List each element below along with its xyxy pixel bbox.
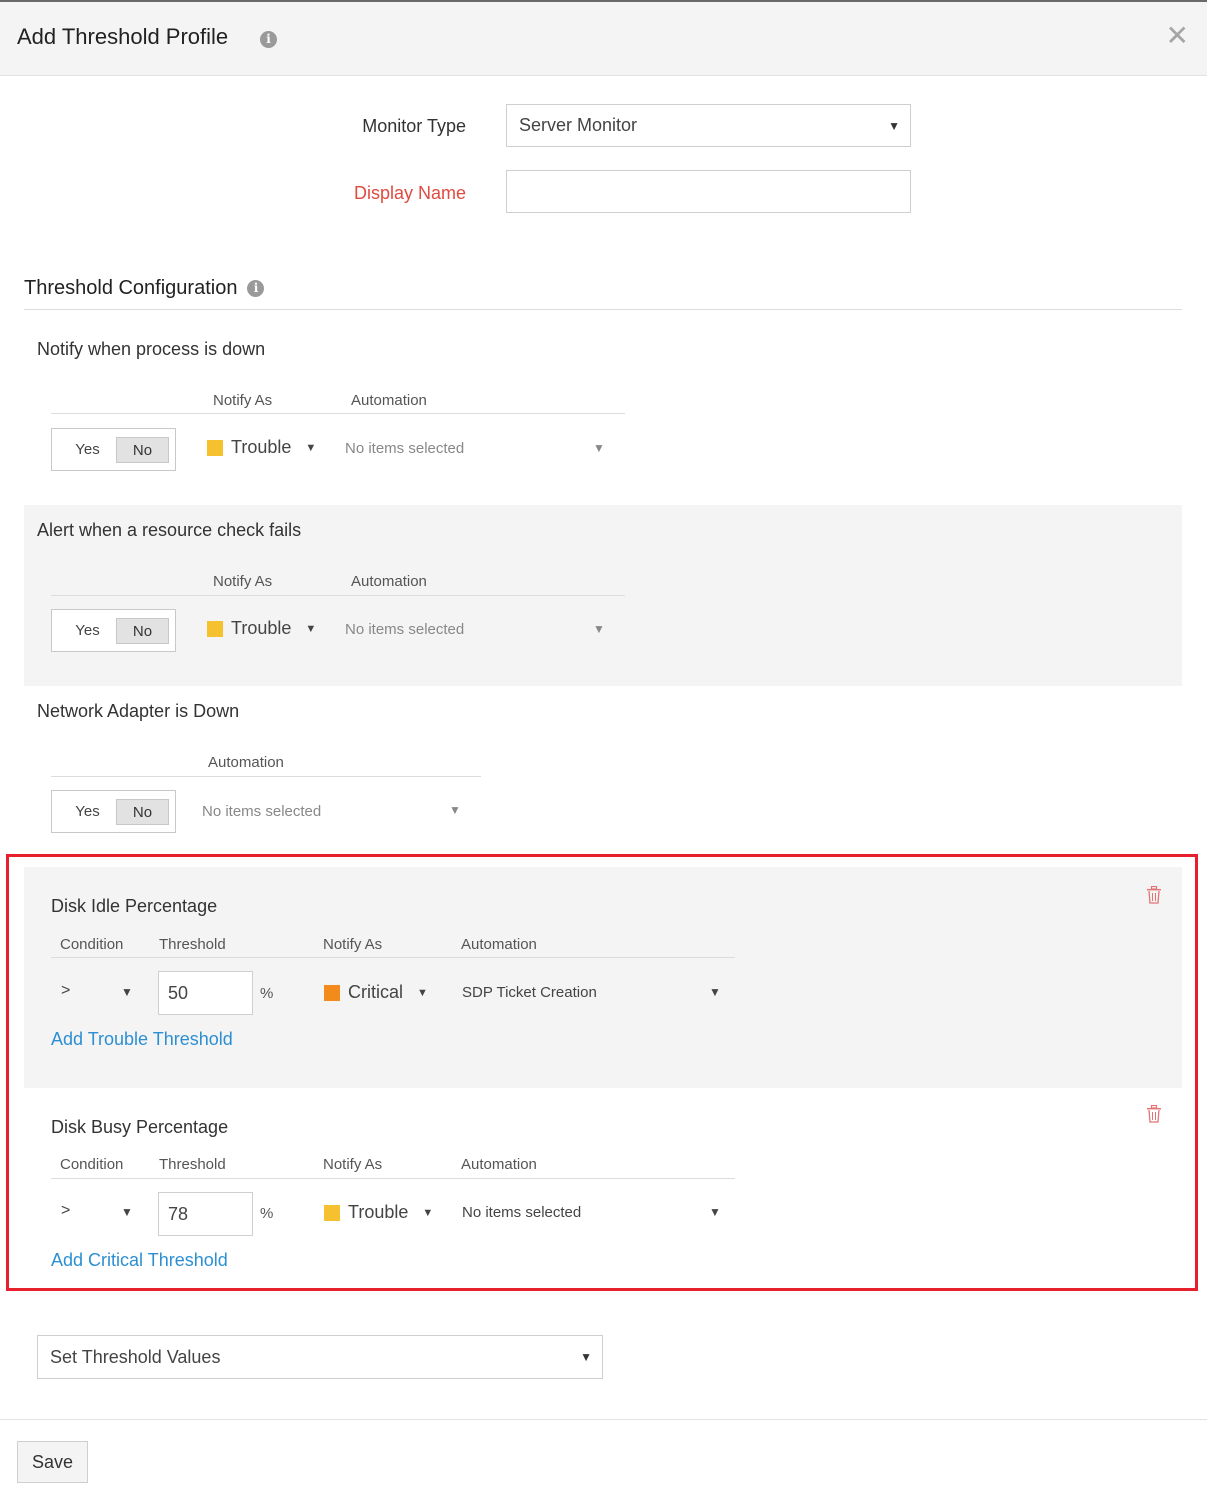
notify-as-select[interactable]: Trouble ▼ [207,437,316,458]
automation-header: Automation [351,392,427,409]
chevron-down-icon[interactable]: ▼ [593,441,605,455]
dialog-title: Add Threshold Profile [17,24,229,49]
percent-unit: % [260,1205,274,1222]
threshold-header: Threshold [159,1156,226,1173]
close-icon[interactable]: ✕ [1166,22,1189,50]
footer-divider [0,1419,1207,1420]
notify-as-select[interactable]: Trouble ▼ [324,1202,433,1223]
info-icon[interactable]: i [260,31,277,48]
chevron-down-icon[interactable]: ▼ [709,1205,721,1219]
monitor-type-value: Server Monitor [519,115,638,135]
toggle-no[interactable]: No [116,618,169,644]
dialog-header: Add Threshold Profile i ✕ [0,0,1207,76]
chevron-down-icon[interactable]: ▼ [121,1205,133,1219]
monitor-type-select[interactable]: Server Monitor ▼ [506,104,911,147]
disk-idle-title: Disk Idle Percentage [51,896,218,916]
toggle-no[interactable]: No [116,799,169,825]
header-divider [51,1178,735,1179]
save-button[interactable]: Save [17,1441,88,1483]
chevron-down-icon: ▼ [580,1350,592,1364]
toggle-no[interactable]: No [116,437,169,463]
condition-select[interactable]: > [61,982,70,1000]
process-down-title: Notify when process is down [37,339,266,359]
disk-idle-block: Disk Idle Percentage Condition Threshold… [24,867,1182,1088]
automation-header: Automation [461,1156,537,1173]
trash-icon[interactable] [1146,1105,1162,1123]
chevron-down-icon: ▼ [888,118,900,133]
display-name-input[interactable] [506,170,911,213]
trash-icon[interactable] [1146,886,1162,904]
notify-as-header: Notify As [213,573,273,590]
chevron-down-icon: ▼ [417,986,428,999]
threshold-input[interactable]: 50 [158,971,253,1015]
automation-select[interactable]: No items selected [202,803,321,820]
notify-as-select[interactable]: Trouble ▼ [207,618,316,639]
info-icon[interactable]: i [247,280,265,297]
monitor-type-label: Monitor Type [362,116,466,136]
critical-color-swatch [324,984,340,1001]
header-divider [51,957,735,958]
automation-select[interactable]: No items selected [345,440,464,457]
notify-as-value: Critical [348,982,404,1002]
trouble-color-swatch [207,439,223,456]
notify-as-header: Notify As [323,936,383,953]
header-divider [51,595,625,596]
chevron-down-icon: ▼ [422,1206,434,1219]
automation-select[interactable]: No items selected [462,1204,581,1221]
yes-no-toggle[interactable]: Yes No [51,428,176,471]
set-threshold-values-select[interactable]: Set Threshold Values ▼ [37,1335,603,1379]
header-divider [51,776,481,777]
notify-as-value: Trouble [231,437,292,457]
notify-as-value: Trouble [348,1202,409,1222]
notify-as-select[interactable]: Critical ▼ [324,982,428,1003]
yes-no-toggle[interactable]: Yes No [51,609,176,652]
chevron-down-icon[interactable]: ▼ [449,803,461,817]
threshold-input[interactable]: 78 [158,1192,253,1236]
set-threshold-values-label: Set Threshold Values [50,1346,221,1367]
condition-select[interactable]: > [61,1202,70,1220]
add-critical-threshold-link[interactable]: Add Critical Threshold [51,1250,228,1271]
yes-no-toggle[interactable]: Yes No [51,790,176,833]
automation-header: Automation [351,573,427,590]
display-name-label: Display Name [353,183,466,203]
add-trouble-threshold-link[interactable]: Add Trouble Threshold [51,1029,233,1050]
automation-header: Automation [208,754,284,771]
disk-busy-block: Disk Busy Percentage Condition Threshold… [24,1088,1182,1288]
chevron-down-icon: ▼ [305,441,317,454]
trouble-color-swatch [324,1204,340,1221]
condition-header: Condition [60,936,124,953]
trouble-color-swatch [207,620,223,637]
section-title-text: Threshold Configuration [24,277,238,299]
resource-check-block: Alert when a resource check fails Notify… [24,505,1182,686]
toggle-yes[interactable]: Yes [60,799,115,825]
resource-check-title: Alert when a resource check fails [37,520,302,540]
network-adapter-title: Network Adapter is Down [37,701,240,721]
threshold-header: Threshold [159,936,226,953]
disk-busy-title: Disk Busy Percentage [51,1117,229,1137]
toggle-yes[interactable]: Yes [60,618,115,644]
notify-as-value: Trouble [231,618,292,638]
chevron-down-icon[interactable]: ▼ [593,622,605,636]
percent-unit: % [260,985,274,1002]
chevron-down-icon[interactable]: ▼ [709,985,721,999]
automation-header: Automation [461,936,537,953]
threshold-configuration-title: Threshold Configuration i [24,277,265,300]
toggle-yes[interactable]: Yes [60,437,115,463]
network-adapter-block: Network Adapter is Down Automation Yes N… [24,686,1182,867]
chevron-down-icon: ▼ [305,622,317,635]
automation-select[interactable]: SDP Ticket Creation [462,984,597,1001]
chevron-down-icon[interactable]: ▼ [121,985,133,999]
condition-header: Condition [60,1156,124,1173]
process-down-block: Notify when process is down Notify As Au… [24,310,1182,505]
notify-as-header: Notify As [323,1156,383,1173]
automation-select[interactable]: No items selected [345,621,464,638]
notify-as-header: Notify As [213,392,273,409]
header-divider [51,413,625,414]
